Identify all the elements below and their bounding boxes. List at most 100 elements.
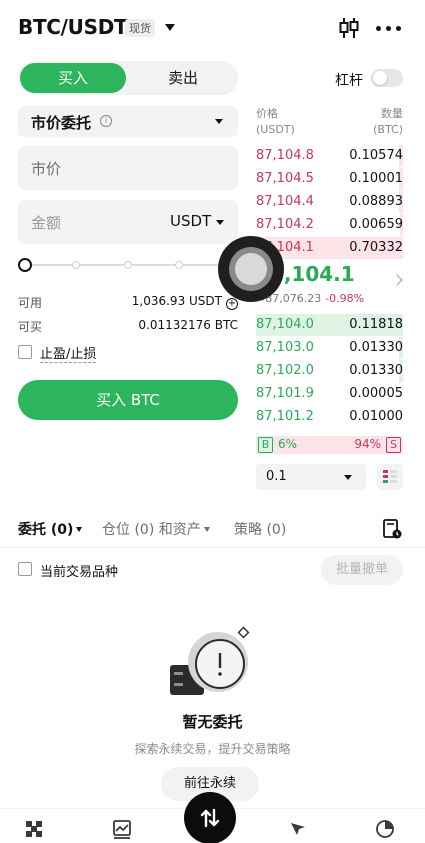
buy-sell-tabs: 买入 卖出 [18,61,238,95]
discover-icon[interactable] [288,819,308,839]
ask-row[interactable]: 87,104.2 0.00659 [256,214,403,236]
bid-price: 87,101.9 [256,386,314,401]
orders-tabs: 委托 (0) 仓位 (0) 和资产 策略 (0) [0,510,425,548]
available-value-wrap: 1,036.93 USDT + [132,294,238,310]
price-field[interactable]: 市价 [18,146,238,190]
assistive-touch-button[interactable] [218,236,284,302]
ask-qty: 0.70332 [349,240,403,255]
available-row: 可用 1,036.93 USDT + [18,294,238,312]
amount-placeholder: 金额 [31,214,62,232]
can-buy-value: 0.01132176 BTC [138,318,238,332]
amount-slider[interactable] [18,256,238,274]
can-buy-label: 可买 [18,320,43,334]
chevron-right-icon[interactable] [391,274,403,286]
amount-field[interactable]: 金额 USDT [18,200,238,244]
ratio-buy-pct: 6% [278,437,298,451]
current-pair-label: 当前交易品种 [40,565,119,580]
spot-badge: 现货 [125,19,155,37]
slider-step-25[interactable] [72,261,80,269]
tab-open-orders[interactable]: 委托 (0) [18,519,83,539]
leverage-label: 杠杆 [335,73,363,89]
ob-qty-header: 数量 (BTC) [368,106,403,138]
tab-strategy[interactable]: 策略 (0) [234,519,286,539]
price-field-value: 市价 [31,160,62,178]
ob-qty-title: 数量 [381,107,403,120]
bid-price: 87,103.0 [256,340,314,355]
leverage-toggle[interactable] [371,69,403,87]
bid-qty: 0.00005 [349,386,403,401]
bid-row[interactable]: 87,102.0 0.01330 [256,360,403,382]
depth-step-select[interactable]: 0.1 [256,464,366,490]
chevron-down-icon[interactable] [165,24,175,31]
current-pair-checkbox[interactable] [18,562,32,576]
bid-row[interactable]: 87,101.2 0.01000 [256,406,403,428]
tab-positions[interactable]: 仓位 (0) 和资产 [102,519,210,539]
available-value: 1,036.93 USDT [131,294,222,308]
bid-row[interactable]: 87,104.0 0.11818 [256,314,403,336]
ask-price: 87,104.4 [256,194,314,209]
ask-price: 87,104.8 [256,148,314,163]
slider-handle[interactable] [18,258,32,272]
ob-qty-unit: (BTC) [373,123,403,136]
batch-cancel-button[interactable]: 批量撤单 [321,555,403,585]
ask-row[interactable]: 87,104.4 0.08893 [256,191,403,213]
trade-button[interactable] [184,792,236,843]
ask-qty: 0.10574 [349,148,403,163]
depth-step-value: 0.1 [266,469,287,484]
tab-open-orders-label: 委托 (0) [18,522,74,538]
tab-buy[interactable]: 买入 [20,63,126,93]
ask-price: 87,104.2 [256,217,314,232]
chevron-down-icon[interactable] [216,220,224,225]
home-icon[interactable] [24,819,44,839]
ob-price-header: 价格 (USDT) [256,106,295,138]
order-type-label: 市价委托 [31,114,92,132]
bid-price: 87,101.2 [256,409,314,424]
submit-buy-button[interactable]: 买入 BTC [18,380,238,420]
book-layout-icon[interactable] [377,464,403,490]
ask-price: 87,104.5 [256,171,314,186]
market-icon[interactable] [112,819,132,839]
more-icon[interactable] [376,26,402,32]
tpsl-label: 止盈/止损 [40,343,97,363]
price-change: -0.98% [325,292,365,305]
empty-state-subtitle: 探索永续交易，提升交易策略 [134,742,291,756]
amount-unit-select[interactable]: USDT [170,212,211,230]
tab-positions-label: 仓位 (0) 和资产 [102,522,201,538]
ob-price-title: 价格 [256,107,278,120]
assets-icon[interactable] [375,819,395,839]
ratio-sell-badge: S [386,437,401,453]
bid-qty: 0.01330 [349,363,403,378]
order-type-select[interactable]: 市价委托 i [18,106,238,137]
bid-price: 87,102.0 [256,363,314,378]
pair-title[interactable]: BTC/USDT [18,15,128,39]
ratio-sell-pct: 94% [354,437,381,451]
slider-step-75[interactable] [175,261,183,269]
ask-qty: 0.10001 [349,171,403,186]
candlestick-icon[interactable] [337,16,361,40]
header: BTC/USDT 现货 [0,0,425,58]
ask-qty: 0.08893 [349,194,403,209]
ask-qty: 0.00659 [349,217,403,232]
ask-row[interactable]: 87,104.5 0.10001 [256,168,403,190]
chevron-down-icon [344,475,352,480]
empty-state-illustration [170,626,250,695]
bid-qty: 0.11818 [349,317,403,332]
slider-step-50[interactable] [124,261,132,269]
bid-price: 87,104.0 [256,317,314,332]
bid-row[interactable]: 87,101.9 0.00005 [256,383,403,405]
bid-row[interactable]: 87,103.0 0.01330 [256,337,403,359]
order-history-icon[interactable] [382,518,402,540]
tpsl-checkbox[interactable] [18,345,32,359]
bid-qty: 0.01330 [349,340,403,355]
ask-row[interactable]: 87,104.8 0.10574 [256,145,403,167]
tab-sell[interactable]: 卖出 [130,63,236,93]
transfer-plus-icon[interactable]: + [226,298,238,310]
can-buy-row: 可买 0.01132176 BTC [18,318,238,336]
assistive-core [235,253,267,285]
available-label: 可用 [18,296,43,310]
ob-price-unit: (USDT) [256,123,295,136]
bid-qty: 0.01000 [349,409,403,424]
info-icon[interactable]: i [100,115,112,127]
trade-icon [200,808,220,828]
empty-state-title: 暂无委托 [182,713,243,731]
